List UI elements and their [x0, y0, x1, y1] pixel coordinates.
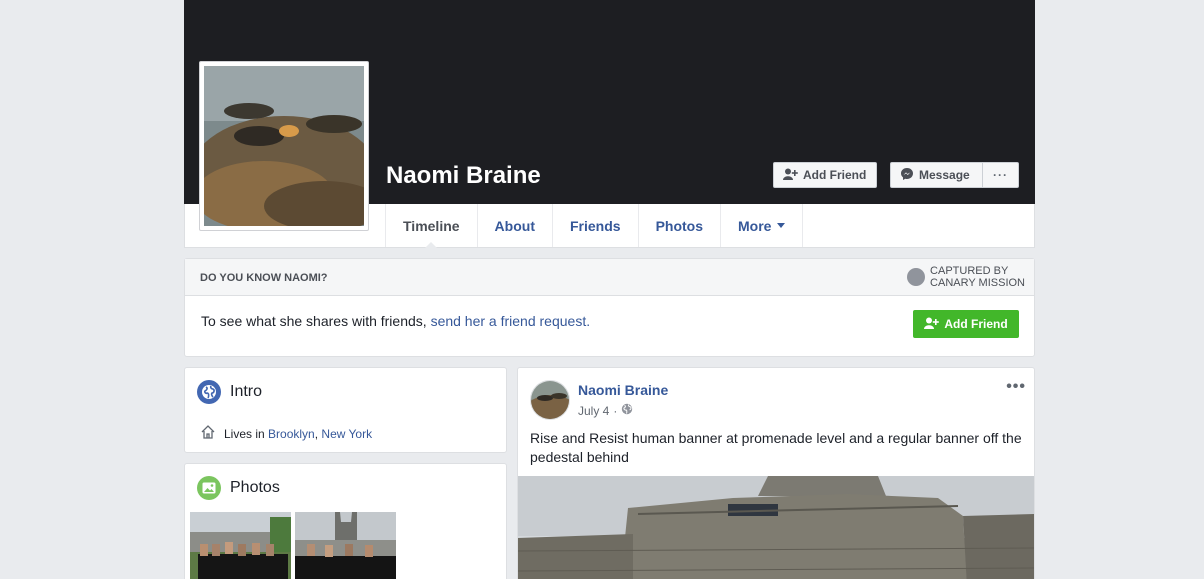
tab-more-label: More	[738, 217, 772, 234]
photo-thumbnail[interactable]	[295, 512, 396, 579]
post-options-button[interactable]: •••	[1006, 378, 1026, 396]
know-body-text: To see what she shares with friends,	[201, 313, 427, 329]
post-author-name[interactable]: Naomi Braine	[578, 382, 668, 398]
lives-in-prefix: Lives in	[224, 426, 265, 441]
tab-photos-label: Photos	[655, 217, 704, 234]
tab-about-label: About	[494, 217, 535, 234]
do-you-know-header: DO YOU KNOW NAOMI? CAPTURED BY CANARY MI…	[185, 259, 1034, 296]
photos-title: Photos	[230, 479, 280, 496]
post-image[interactable]	[518, 476, 1034, 579]
post-card: Naomi Braine July 4 · ••• Rise and Resis…	[517, 367, 1035, 579]
post-text: Rise and Resist human banner at promenad…	[530, 430, 1022, 465]
add-friend-label: Add Friend	[803, 168, 867, 182]
canary-watermark: CAPTURED BY CANARY MISSION	[907, 265, 1025, 289]
location-separator: ,	[314, 426, 319, 441]
public-globe-icon	[621, 403, 633, 418]
canary-line-2: CANARY MISSION	[930, 277, 1025, 289]
profile-name[interactable]: Naomi Braine	[386, 162, 541, 190]
globe-icon	[197, 380, 221, 404]
photos-icon	[197, 476, 221, 500]
tab-timeline-label: Timeline	[403, 217, 460, 234]
tab-timeline[interactable]: Timeline	[385, 204, 477, 248]
add-friend-green-label: Add Friend	[944, 317, 1008, 331]
city-link[interactable]: Brooklyn	[268, 427, 315, 441]
photo-thumbnail[interactable]	[190, 512, 291, 579]
post-date[interactable]: July 4	[578, 404, 609, 418]
lives-in-line: Lives in Brooklyn, New York	[200, 424, 372, 443]
add-friend-button[interactable]: Add Friend	[773, 162, 877, 188]
post-meta: July 4 ·	[578, 403, 633, 418]
send-friend-request-link[interactable]: send her a friend request.	[431, 313, 591, 329]
canary-line-1: CAPTURED BY	[930, 265, 1009, 277]
do-you-know-box: DO YOU KNOW NAOMI? CAPTURED BY CANARY MI…	[184, 258, 1035, 357]
add-friend-green-button[interactable]: Add Friend	[913, 310, 1019, 338]
tab-photos[interactable]: Photos	[637, 204, 720, 247]
intro-title: Intro	[230, 383, 263, 400]
message-label: Message	[919, 168, 970, 182]
tab-about[interactable]: About	[476, 204, 552, 247]
do-you-know-body: To see what she shares with friends, sen…	[201, 313, 590, 329]
canary-logo-icon	[907, 268, 926, 286]
tab-more[interactable]: More	[720, 204, 804, 247]
message-button[interactable]: Message	[890, 162, 983, 188]
state-link[interactable]: New York	[321, 427, 372, 441]
home-icon	[200, 424, 216, 443]
messenger-icon	[900, 167, 914, 184]
do-you-know-title: DO YOU KNOW NAOMI?	[200, 272, 328, 284]
intro-card: Intro Lives in Brooklyn, New York	[184, 367, 507, 453]
canary-text: CAPTURED BY CANARY MISSION	[930, 265, 1025, 289]
profile-tabs: Timeline About Friends Photos More	[385, 204, 804, 248]
post-date-separator: ·	[613, 403, 618, 418]
profile-picture[interactable]	[199, 61, 369, 231]
photos-card: Photos	[184, 463, 507, 579]
profile-picture-image	[204, 66, 364, 226]
add-friend-white-icon	[924, 317, 940, 332]
more-options-button[interactable]: ···	[982, 162, 1019, 188]
add-friend-icon	[783, 168, 798, 183]
post-author-avatar[interactable]	[530, 380, 570, 420]
tab-friends[interactable]: Friends	[551, 204, 638, 247]
caret-down-icon	[777, 223, 786, 228]
tab-friends-label: Friends	[569, 217, 621, 234]
